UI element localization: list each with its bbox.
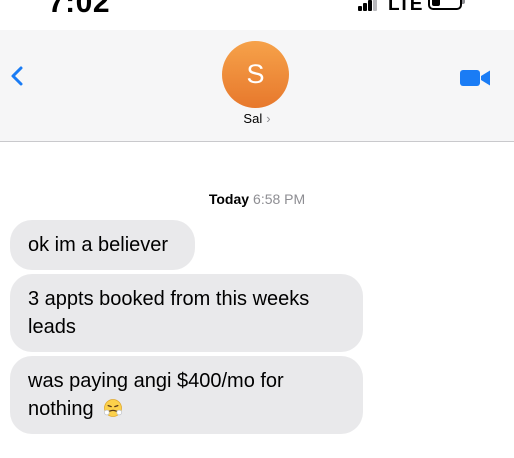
battery-icon [428,0,462,10]
battery-level [432,0,440,6]
signal-strength-icon [358,0,380,11]
chevron-right-icon: › [266,111,271,126]
chevron-left-icon[interactable] [6,62,28,90]
contact-avatar[interactable]: S [222,41,289,108]
message-text: was paying angi $400/mo for nothing [28,370,284,420]
status-time: 7:02 [48,0,111,19]
face-with-steam-from-nose-icon [104,399,123,417]
timestamp-time: 6:58 PM [253,191,306,207]
message-text: ok im a believer [28,234,169,256]
timestamp-day: Today [208,191,250,207]
contact-name: Sal [243,111,263,126]
battery-cap [462,0,465,4]
video-camera-icon[interactable] [457,67,493,89]
conversation-header: S Sal › [0,30,514,142]
contact-name-link[interactable]: Sal › [0,111,514,126]
message-bubble[interactable]: ok im a believer [10,220,195,270]
message-timestamp: Today 6:58 PM [0,191,514,207]
network-type: LTE [388,0,423,15]
message-bubble[interactable]: was paying angi $400/mo for nothing [10,356,363,434]
message-bubble[interactable]: 3 appts booked from this weeks leads [10,274,363,352]
message-text: 3 appts booked from this weeks leads [28,288,310,338]
status-bar: 7:02 LTE [0,0,514,22]
